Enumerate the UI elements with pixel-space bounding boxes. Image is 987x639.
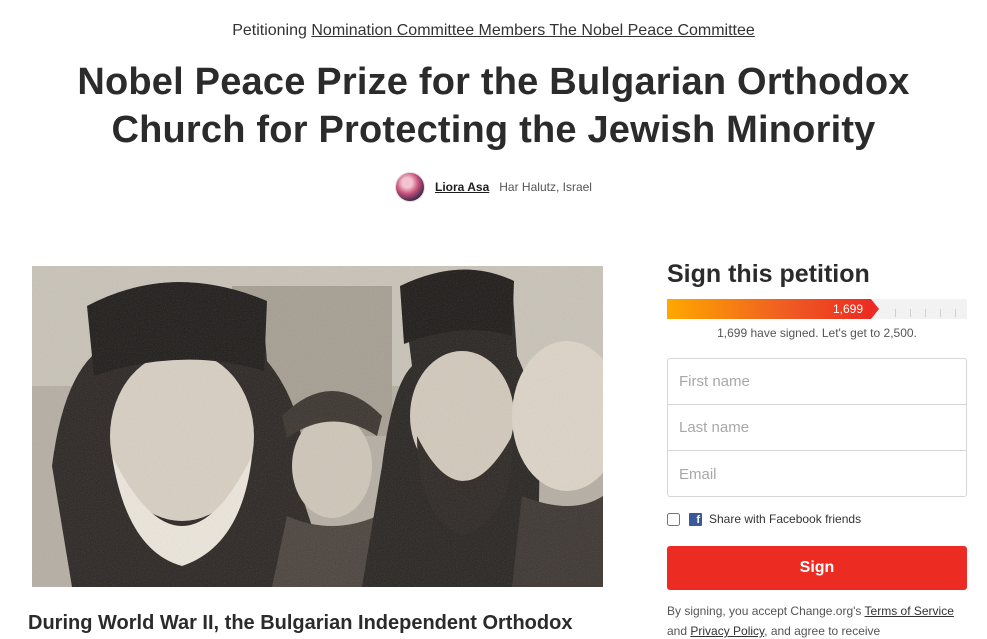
last-name-input[interactable] xyxy=(668,405,966,451)
author-name-link[interactable]: Liora Asa xyxy=(435,180,489,194)
petition-author: Liora Asa Har Halutz, Israel xyxy=(0,172,987,202)
progress-tick xyxy=(895,309,896,317)
petition-title: Nobel Peace Prize for the Bulgarian Orth… xyxy=(77,61,910,151)
sign-button[interactable]: Sign xyxy=(667,546,967,590)
progress-tick xyxy=(925,309,926,317)
petitioning-line: Petitioning Nomination Committee Members… xyxy=(0,22,987,40)
progress-tick xyxy=(910,309,911,317)
sign-heading: Sign this petition xyxy=(667,260,870,288)
signed-count-text: 1,699 have signed. Let's get to 2,500. xyxy=(717,326,917,340)
author-avatar[interactable] xyxy=(395,172,426,202)
progress-tick xyxy=(955,309,956,317)
email-input[interactable] xyxy=(668,451,966,497)
petition-body-intro: During World War II, the Bulgarian Indep… xyxy=(28,612,573,634)
share-facebook-checkbox[interactable] xyxy=(667,512,680,526)
progress-count: 1,699 xyxy=(832,302,863,316)
share-facebook-label: Share with Facebook friends xyxy=(709,512,862,526)
terms-suffix: , and agree to receive xyxy=(764,624,881,638)
terms-prefix: By signing, you accept Change.org's xyxy=(667,604,865,618)
terms-text: By signing, you accept Change.org's Term… xyxy=(667,601,967,639)
petition-photo xyxy=(32,266,603,587)
petitioning-prefix: Petitioning xyxy=(232,22,312,39)
progress-tip xyxy=(871,299,879,319)
terms-and: and xyxy=(667,624,691,638)
petition-target-link[interactable]: Nomination Committee Members The Nobel P… xyxy=(311,22,754,39)
facebook-icon: f xyxy=(689,512,702,526)
signature-progress-bar: 1,699 xyxy=(667,299,967,319)
sign-form xyxy=(667,358,967,497)
terms-of-service-link[interactable]: Terms of Service xyxy=(865,604,954,618)
share-facebook-option[interactable]: f Share with Facebook friends xyxy=(667,512,861,526)
progress-tick xyxy=(940,309,941,317)
first-name-input[interactable] xyxy=(668,359,966,405)
author-location: Har Halutz, Israel xyxy=(499,180,592,194)
privacy-policy-link[interactable]: Privacy Policy xyxy=(690,624,764,638)
